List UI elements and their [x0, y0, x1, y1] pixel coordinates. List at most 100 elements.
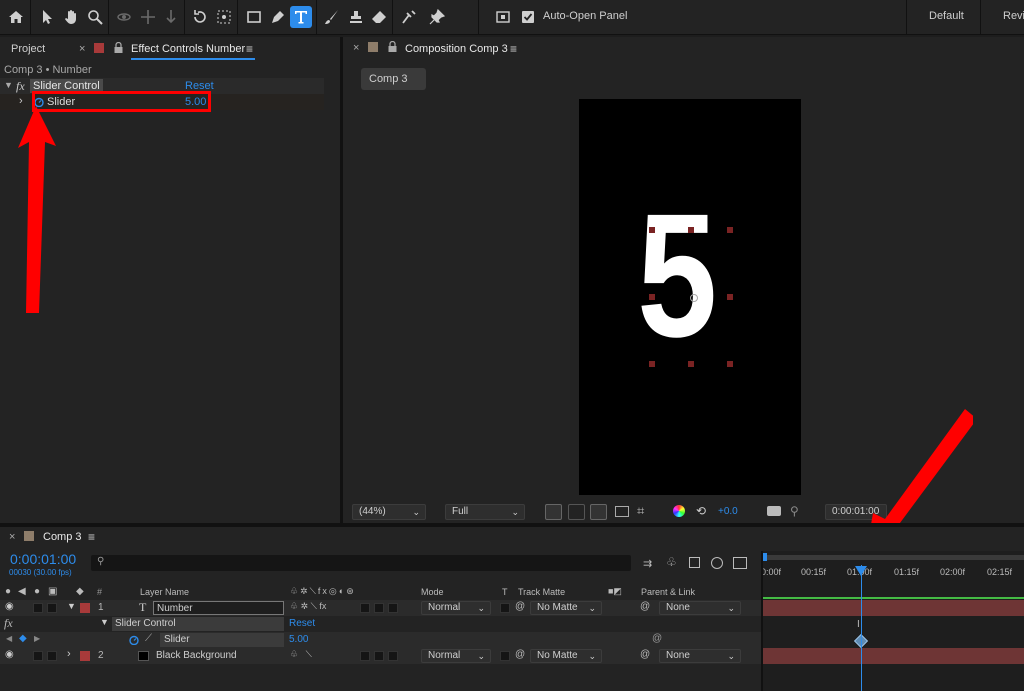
eye-icon[interactable]: ●	[5, 586, 11, 597]
fast-previews-icon[interactable]	[545, 504, 562, 520]
collapse-chevron-icon[interactable]: ▼	[4, 80, 13, 90]
layer-name[interactable]: Black Background	[156, 650, 237, 661]
current-timecode[interactable]: 0:00:01:00	[10, 551, 76, 567]
graph-editor-icon[interactable]	[733, 557, 747, 569]
tab-project[interactable]: Project	[11, 43, 45, 55]
expression-pickwhip-icon[interactable]: @	[652, 633, 662, 644]
track-matte-pickwhip-icon[interactable]: @	[515, 601, 525, 612]
work-area-start[interactable]	[763, 553, 767, 561]
grid-guide-icon[interactable]: ⌗	[637, 503, 644, 519]
region-of-interest-icon[interactable]	[615, 506, 629, 517]
audio-icon[interactable]: ◀	[18, 586, 26, 597]
lock-icon[interactable]	[114, 41, 123, 56]
property-value[interactable]: 5.00	[289, 634, 308, 645]
column-mode[interactable]: Mode	[421, 587, 444, 597]
close-icon[interactable]: ×	[353, 42, 359, 54]
lock-icon[interactable]: ▣	[48, 586, 57, 597]
show-snapshot-icon[interactable]: ⚲	[790, 504, 799, 518]
rectangle-tool-icon[interactable]	[243, 6, 265, 28]
timeline-search-input[interactable]: ⚲	[91, 555, 631, 571]
visibility-eye-icon[interactable]: ◉	[5, 649, 14, 660]
transform-handle[interactable]	[727, 227, 733, 233]
playhead-handle[interactable]	[855, 566, 867, 576]
transform-handle[interactable]	[649, 227, 655, 233]
solo-icon[interactable]: ●	[34, 586, 40, 597]
transparency-grid-icon[interactable]	[568, 504, 585, 520]
panel-menu-icon[interactable]: ≡	[510, 42, 517, 56]
transform-handle[interactable]	[649, 361, 655, 367]
transform-handle[interactable]	[727, 294, 733, 300]
channel-icon[interactable]	[673, 505, 685, 517]
column-parent-link[interactable]: Parent & Link	[641, 587, 695, 597]
fx-icon[interactable]: fx	[4, 616, 13, 631]
transform-handle[interactable]	[688, 227, 694, 233]
stopwatch-icon[interactable]	[129, 635, 139, 648]
switch-icons[interactable]: ♧ ⟍	[290, 649, 312, 660]
lock-icon[interactable]	[388, 40, 397, 55]
layer-name-field[interactable]: Number	[153, 601, 284, 615]
layer-row-black-background[interactable]: ◉ › 2 Black Background ♧ ⟍ Normal ⌄ @ No …	[0, 648, 763, 664]
reset-exposure-icon[interactable]: ⟲	[696, 504, 706, 518]
zoom-tool-icon[interactable]	[84, 6, 106, 28]
snapshot-camera-icon[interactable]	[767, 506, 781, 516]
panel-snap-icon[interactable]	[492, 6, 514, 28]
fx-icon[interactable]: fx	[16, 79, 25, 94]
layer-label-color[interactable]	[80, 651, 90, 661]
transform-handle[interactable]	[649, 294, 655, 300]
hand-tool-icon[interactable]	[60, 6, 82, 28]
layer-label-color[interactable]	[80, 603, 90, 613]
switch-icons[interactable]: ♧ ✲ ⟍ fx	[290, 601, 326, 612]
layer-row-number[interactable]: ◉ ▼ 1 T Number ♧ ✲ ⟍ fx Normal ⌄ @ No Mat…	[0, 600, 763, 616]
mode-dropdown[interactable]: Normal ⌄	[421, 649, 491, 663]
puppet-pin-tool-icon[interactable]	[426, 6, 448, 28]
panel-menu-icon[interactable]: ≡	[88, 530, 95, 544]
expand-chevron-icon[interactable]: ›	[67, 648, 71, 660]
label-icon[interactable]: ◆	[76, 586, 84, 597]
parent-dropdown[interactable]: None ⌄	[659, 649, 741, 663]
mask-visibility-icon[interactable]	[590, 504, 607, 520]
orbit-camera-icon[interactable]	[113, 6, 135, 28]
workspace-review[interactable]: Revi	[1003, 10, 1024, 22]
resolution-dropdown[interactable]: Full ⌄	[445, 504, 525, 520]
close-icon[interactable]: ×	[79, 43, 85, 55]
draft-3d-icon[interactable]: ♧	[666, 555, 677, 569]
time-ruler[interactable]: 0:00f 00:15f 01:00f 01:15f 02:00f 02:15f	[761, 563, 1024, 581]
effect-reset-link[interactable]: Reset	[289, 618, 315, 629]
add-keyframe-icon[interactable]: ◆	[19, 633, 27, 644]
transform-handle[interactable]	[688, 361, 694, 367]
rotation-tool-icon[interactable]	[189, 6, 211, 28]
close-icon[interactable]: ×	[9, 531, 15, 543]
tab-comp-3[interactable]: Comp 3	[43, 531, 82, 543]
clone-stamp-tool-icon[interactable]	[345, 6, 367, 28]
dolly-camera-icon[interactable]	[160, 6, 182, 28]
mode-dropdown[interactable]: Normal ⌄	[421, 601, 491, 615]
layer-duration-bar-number[interactable]	[763, 600, 1024, 616]
playhead-line[interactable]	[861, 565, 862, 691]
track-matte-dropdown[interactable]: No Matte ⌄	[530, 649, 602, 663]
eraser-tool-icon[interactable]	[368, 6, 390, 28]
pan-camera-icon[interactable]	[137, 6, 159, 28]
layer-duration-bar-black-background[interactable]	[763, 648, 1024, 664]
canvas-number-text[interactable]: 5	[637, 188, 717, 364]
panel-menu-icon[interactable]: ≡	[246, 42, 253, 56]
work-area-bar[interactable]	[763, 555, 1024, 560]
visibility-eye-icon[interactable]: ◉	[5, 601, 14, 612]
column-track-matte[interactable]: Track Matte	[518, 587, 565, 597]
transform-handle[interactable]	[727, 361, 733, 367]
parent-dropdown[interactable]: None ⌄	[659, 601, 741, 615]
brush-tool-icon[interactable]	[321, 6, 343, 28]
track-matte-pickwhip-icon[interactable]: @	[515, 649, 525, 660]
tab-composition[interactable]: Composition Comp 3	[405, 43, 508, 55]
comp-flowchart-icon[interactable]: ⇉	[643, 557, 652, 570]
parent-pickwhip-icon[interactable]: @	[640, 649, 650, 660]
next-keyframe-icon[interactable]: ▶	[34, 634, 40, 643]
roto-brush-tool-icon[interactable]	[398, 6, 420, 28]
motion-blur-icon[interactable]	[711, 557, 723, 569]
collapse-chevron-icon[interactable]: ▼	[100, 617, 109, 627]
parent-pickwhip-icon[interactable]: @	[640, 601, 650, 612]
pen-tool-icon[interactable]	[267, 6, 289, 28]
timeline-graph-area[interactable]: 0:00f 00:15f 01:00f 01:15f 02:00f 02:15f…	[761, 551, 1024, 691]
comp-3-tab-button[interactable]: Comp 3	[361, 68, 426, 90]
anchor-point-tool-icon[interactable]	[213, 6, 235, 28]
effect-name[interactable]: Slider Control	[115, 618, 176, 629]
